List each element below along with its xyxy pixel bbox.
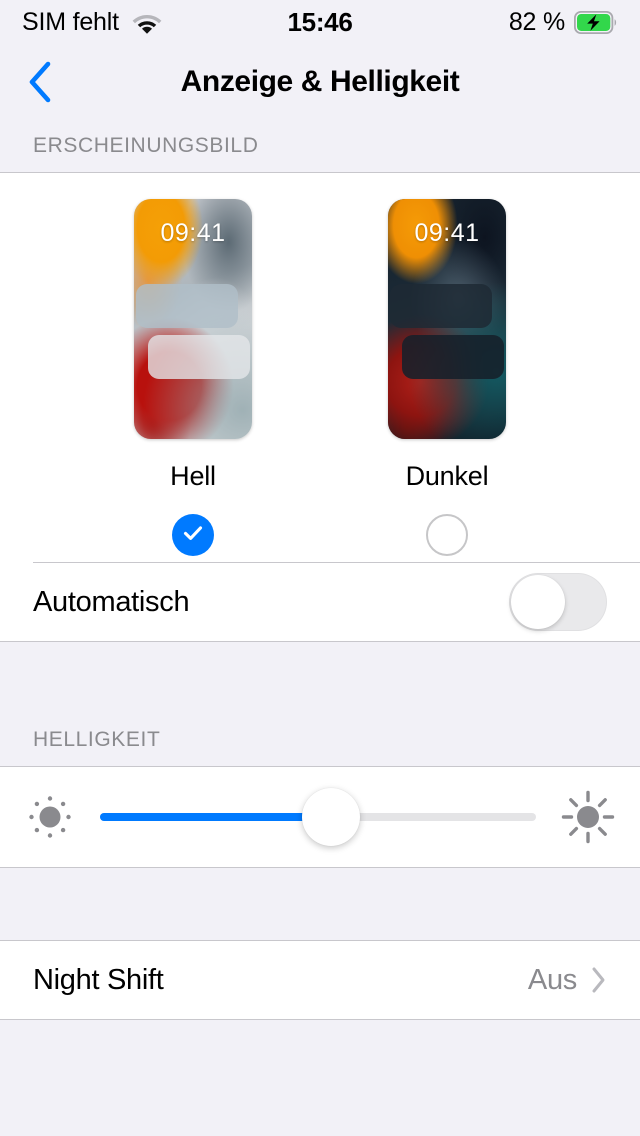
appearance-picker: 09:41 Hell 09:41 Dunkel (0, 173, 640, 562)
navigation-bar: Anzeige & Helligkeit (0, 44, 640, 120)
status-bar-left: SIM fehlt (22, 8, 164, 37)
brightness-slider[interactable] (100, 787, 536, 847)
appearance-label-dark: Dunkel (405, 461, 489, 491)
night-shift-value: Aus (527, 963, 577, 996)
appearance-preview-row: 09:41 Hell 09:41 Dunkel (0, 199, 640, 556)
brightness-row (0, 767, 640, 867)
checkmark-icon (180, 520, 206, 551)
automatic-label: Automatisch (33, 585, 190, 618)
section-header-brightness: HELLIGKEIT (0, 714, 640, 766)
carrier-label: SIM fehlt (22, 7, 119, 36)
battery-percent-label: 82 % (508, 7, 565, 36)
section-header-appearance: ERSCHEINUNGSBILD (0, 120, 640, 172)
preview-notification-card (402, 335, 504, 379)
row-automatic-accessory (509, 573, 607, 631)
brightness-card (0, 766, 640, 868)
night-shift-card: Night Shift Aus (0, 940, 640, 1020)
night-shift-label: Night Shift (33, 963, 164, 996)
preview-notification-card (148, 335, 250, 379)
slider-thumb[interactable] (302, 788, 361, 846)
section-gap (0, 642, 640, 714)
sun-high-icon (558, 787, 618, 847)
status-bar: SIM fehlt 15:46 82 % (0, 0, 640, 44)
clock-label: 15:46 (287, 6, 353, 37)
preview-time-dark: 09:41 (414, 219, 480, 247)
preview-dark: 09:41 (388, 199, 506, 439)
radio-dark-unselected[interactable] (426, 514, 468, 556)
radio-light-selected[interactable] (172, 514, 214, 556)
row-night-shift-accessory: Aus (528, 964, 607, 997)
slider-track-fill (100, 813, 332, 821)
status-bar-right: 82 % (509, 8, 618, 37)
preview-notification-card (390, 284, 492, 328)
preview-notification-card (136, 284, 238, 328)
page-title: Anzeige & Helligkeit (180, 65, 460, 98)
battery-charging-icon (573, 10, 618, 34)
section-gap (0, 868, 640, 940)
back-button[interactable] (14, 56, 66, 108)
automatic-toggle[interactable] (509, 573, 607, 631)
appearance-label-light: Hell (170, 461, 216, 491)
appearance-option-light[interactable]: 09:41 Hell (134, 199, 252, 556)
appearance-option-dark[interactable]: 09:41 Dunkel (388, 199, 506, 556)
row-night-shift[interactable]: Night Shift Aus (0, 941, 640, 1019)
wifi-icon (130, 10, 164, 34)
preview-time-light: 09:41 (160, 219, 226, 247)
toggle-knob (511, 575, 565, 629)
page-background-bottom (0, 1020, 640, 1080)
sun-low-icon (22, 789, 78, 845)
chevron-left-icon (27, 60, 53, 104)
preview-light: 09:41 (134, 199, 252, 439)
row-automatic[interactable]: Automatisch (0, 563, 640, 641)
appearance-card: 09:41 Hell 09:41 Dunkel Automatisch (0, 172, 640, 642)
chevron-right-icon (591, 966, 607, 994)
